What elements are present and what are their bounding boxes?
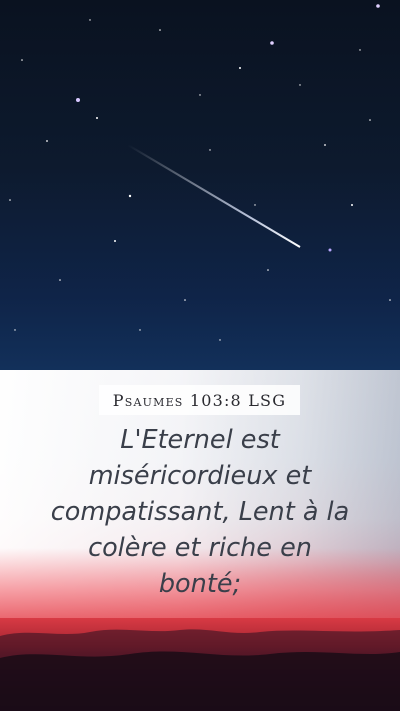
star	[76, 98, 80, 102]
star	[89, 19, 91, 21]
star	[324, 144, 326, 146]
verse-line: colère et riche en	[88, 533, 312, 563]
star	[219, 339, 221, 341]
star	[184, 299, 186, 301]
shooting-star	[127, 144, 301, 248]
star-field	[9, 4, 391, 341]
star	[9, 199, 11, 201]
verse-panel: Psaumes 103:8 LSG L'Eternel est misérico…	[0, 370, 400, 618]
verse-text: L'Eternel est miséricordieux et compatis…	[20, 422, 380, 602]
star	[159, 29, 161, 31]
star	[239, 67, 241, 69]
star	[21, 59, 23, 61]
star	[359, 49, 361, 51]
star	[199, 94, 201, 96]
verse-line: bonté;	[158, 569, 242, 599]
night-sky-photo	[0, 0, 400, 370]
star	[128, 194, 132, 198]
reference-badge: Psaumes 103:8 LSG	[99, 385, 300, 415]
star	[114, 240, 116, 242]
hills-silhouette	[0, 629, 400, 711]
star	[59, 279, 61, 281]
star	[254, 204, 256, 206]
star	[267, 269, 269, 271]
star	[351, 204, 353, 206]
star	[376, 4, 380, 8]
star	[46, 140, 48, 142]
star	[389, 299, 391, 301]
star	[299, 84, 301, 86]
star	[139, 329, 141, 331]
star	[369, 119, 371, 121]
verse-line: miséricordieux et	[88, 461, 312, 491]
verse-line: L'Eternel est	[120, 425, 280, 455]
verse-line: compatissant, Lent à la	[50, 497, 350, 527]
verse-reference: Psaumes 103:8 LSG	[112, 390, 287, 410]
star	[270, 41, 274, 45]
star	[14, 329, 16, 331]
star	[328, 248, 332, 252]
star	[209, 149, 211, 151]
star	[96, 117, 98, 119]
sunset-horizon	[0, 618, 400, 711]
